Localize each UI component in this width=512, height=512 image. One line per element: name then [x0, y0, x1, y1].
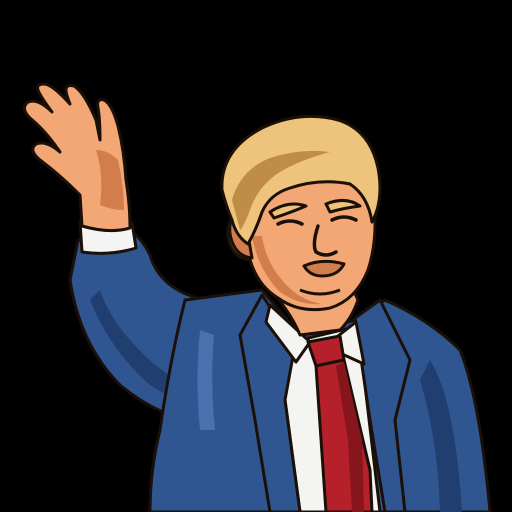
waving-figure-illustration [0, 0, 512, 512]
illustration-canvas [0, 0, 512, 512]
